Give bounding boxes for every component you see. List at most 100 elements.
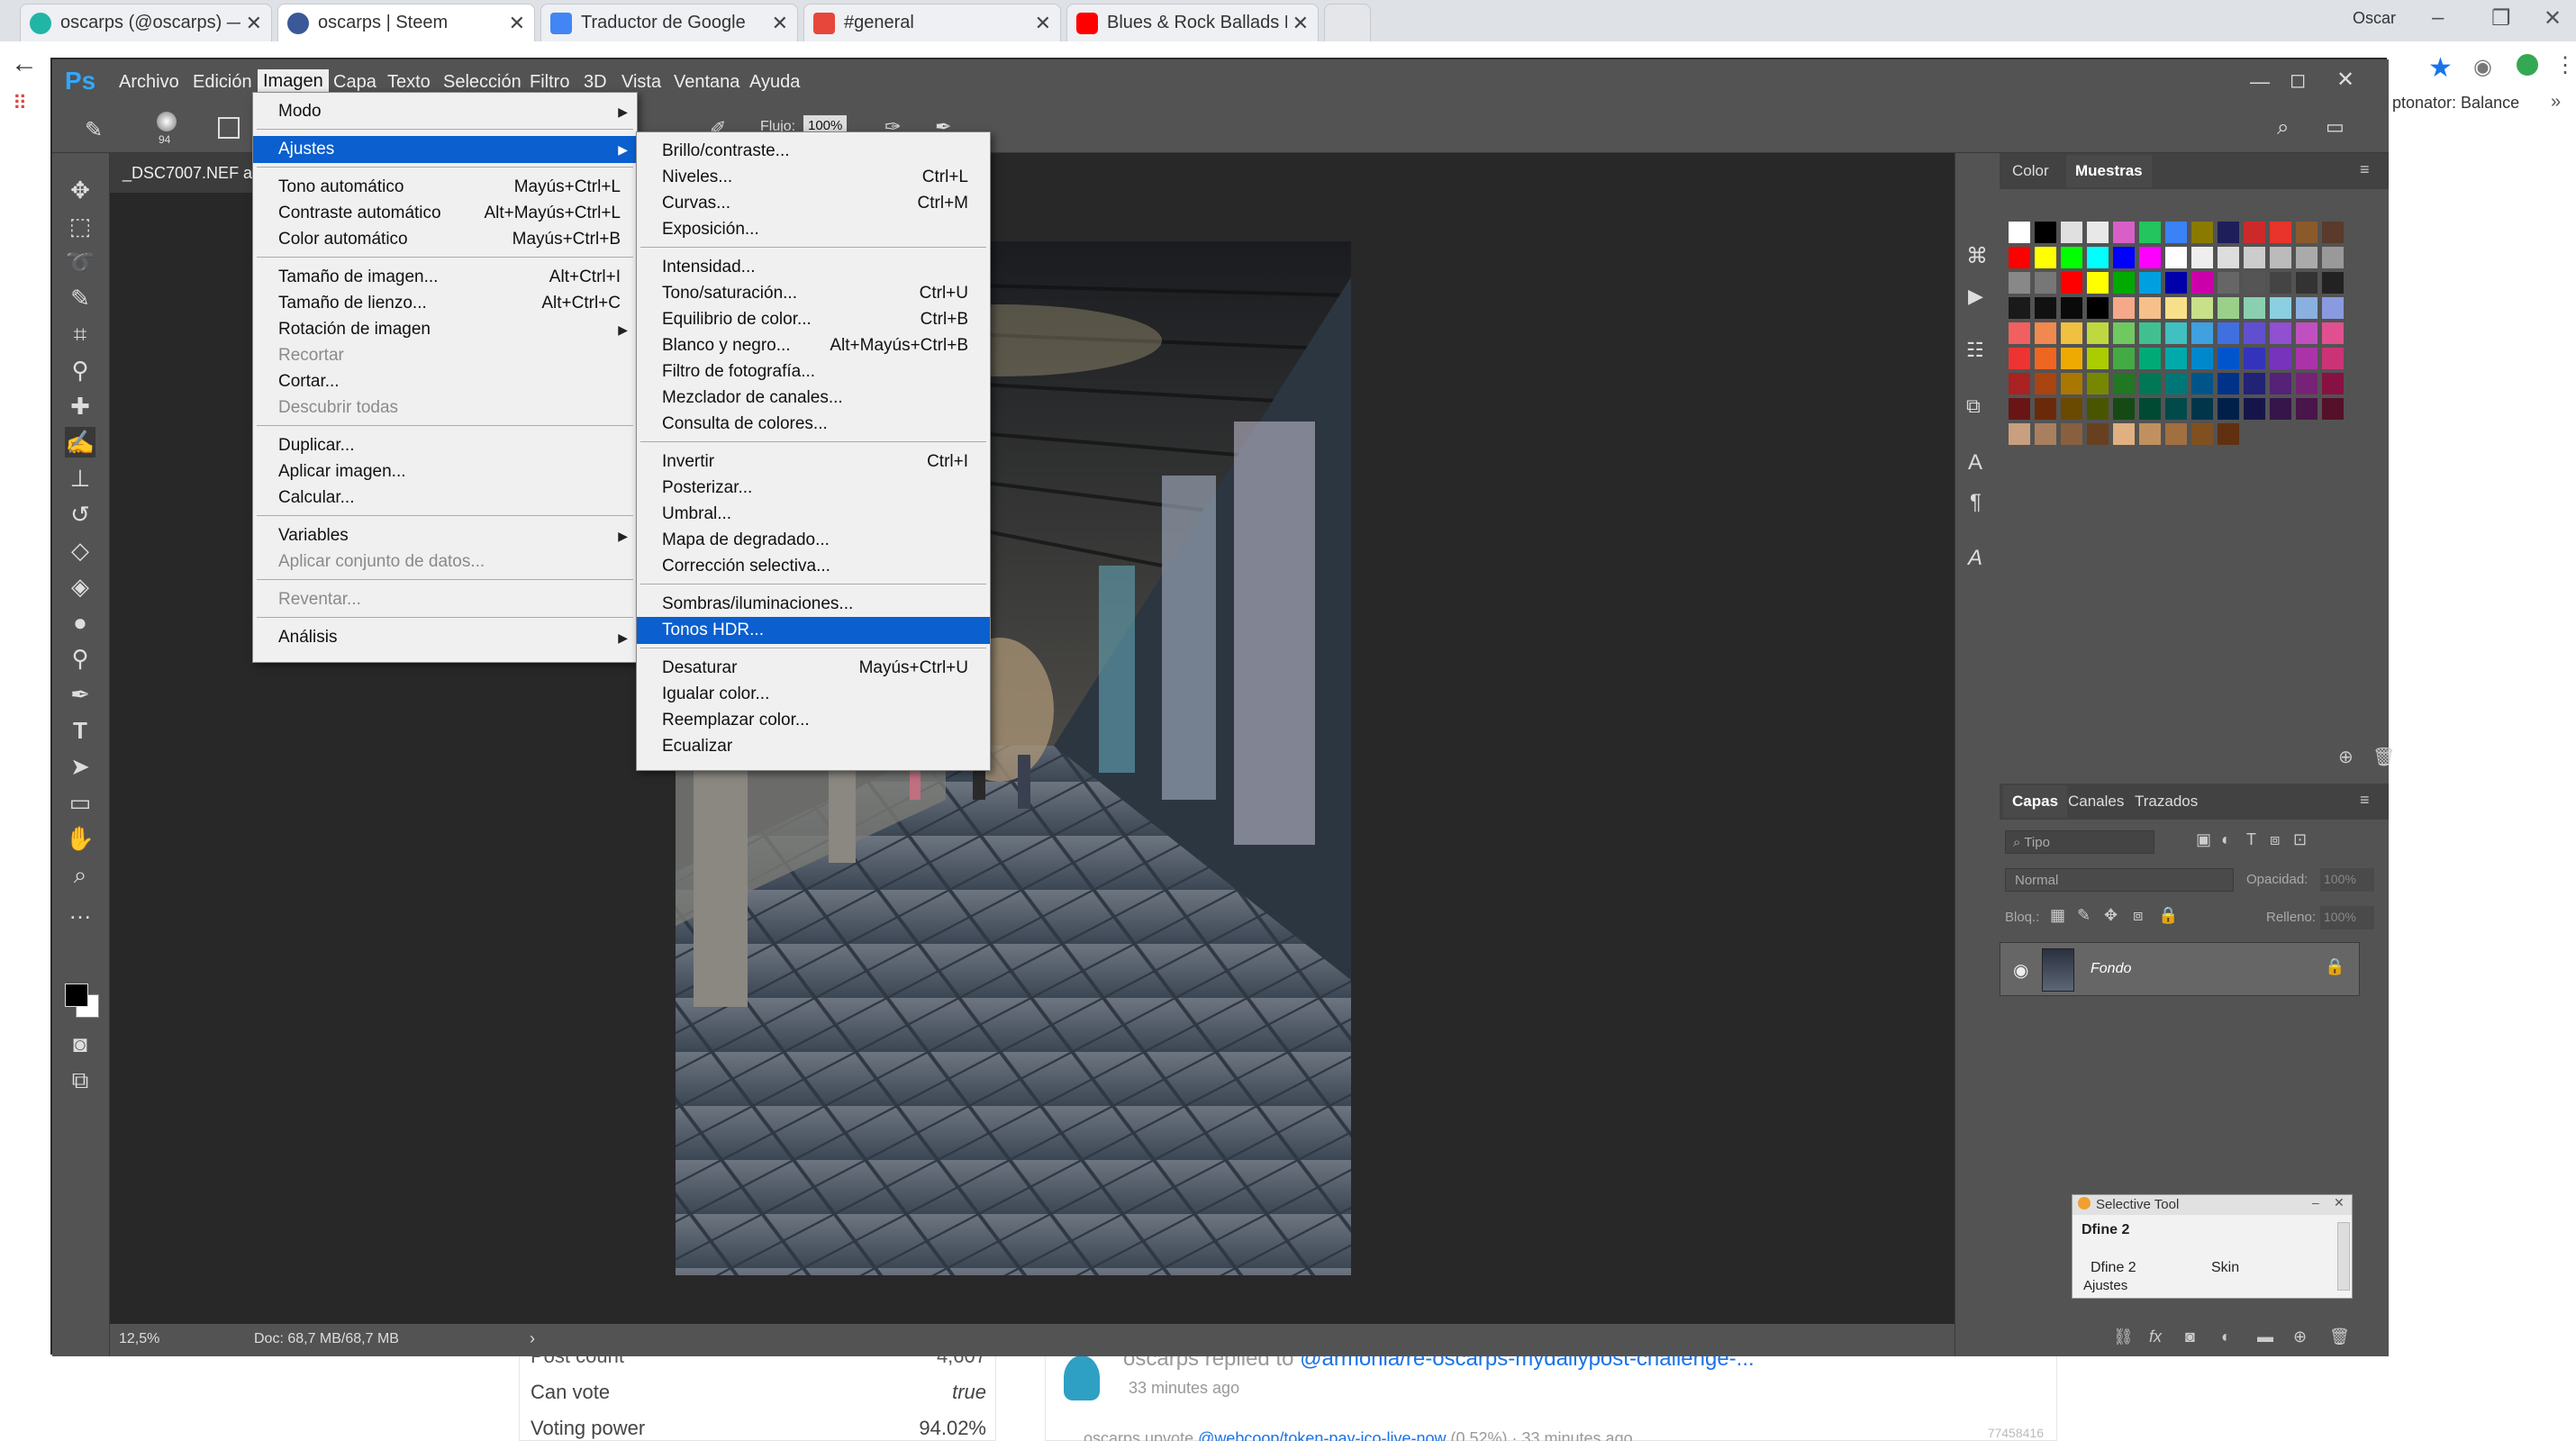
ps-close-icon[interactable]: ✕ [2336, 67, 2354, 93]
link-layers-icon[interactable]: ⛓ [2113, 1328, 2134, 1346]
menu-item-reventar[interactable]: Reventar... [253, 586, 637, 613]
layers-menu-icon[interactable]: ≡ [2360, 791, 2370, 810]
color-swatch[interactable] [2113, 348, 2135, 369]
menu-item-contraste-automatico[interactable]: Contraste automático Alt+Mayús+Ctrl+L [253, 200, 637, 227]
color-swatch[interactable] [2139, 348, 2161, 369]
pen-tool-icon[interactable]: ✒ [65, 679, 95, 710]
menu-item-ecualizar[interactable]: Ecualizar [637, 733, 990, 760]
color-swatch[interactable] [2218, 423, 2239, 445]
menu-item-modo[interactable]: Modo ▶ [253, 98, 637, 125]
menu-item-ajustes[interactable]: Ajustes ▶ [253, 136, 637, 163]
color-swatch[interactable] [2139, 373, 2161, 394]
menu-item-correccion-selectiva[interactable]: Corrección selectiva... [637, 553, 990, 580]
close-window-icon[interactable]: ✕ [2544, 5, 2562, 32]
activity2-link[interactable]: @webcoop/token-pay-ico-live-now [1198, 1429, 1446, 1441]
menu-item-tono-automatico[interactable]: Tono automático Mayús+Ctrl+L [253, 174, 637, 201]
color-swatch[interactable] [2270, 373, 2291, 394]
tab-canales[interactable]: Canales [2059, 785, 2133, 818]
color-swatch[interactable] [2087, 348, 2109, 369]
menu-item-recortar[interactable]: Recortar [253, 342, 637, 369]
color-swatch[interactable] [2165, 297, 2187, 319]
menu-3d[interactable]: 3D [584, 72, 607, 93]
color-swatch[interactable] [2113, 423, 2135, 445]
more-tools-icon[interactable]: … [65, 895, 95, 926]
workspace-icon[interactable]: ▭ [2326, 115, 2345, 139]
layer-name[interactable]: Fondo [2091, 961, 2131, 977]
color-swatch[interactable] [2218, 322, 2239, 344]
color-swatch[interactable] [2113, 297, 2135, 319]
color-swatch[interactable] [2296, 398, 2317, 420]
color-swatch[interactable] [2165, 272, 2187, 294]
menu-dots-icon[interactable]: ⋮ [2554, 52, 2576, 78]
ps-search-icon[interactable]: ⌕ [2277, 115, 2289, 140]
menu-item-intensidad[interactable]: Intensidad... [637, 254, 990, 281]
clone-stamp-icon[interactable]: ⊥ [65, 463, 95, 494]
eraser-icon[interactable]: ◇ [65, 535, 95, 566]
color-swatch[interactable] [2270, 272, 2291, 294]
menu-item-analisis[interactable]: Análisis ▶ [253, 624, 637, 651]
color-swatch[interactable] [2009, 322, 2030, 344]
menu-item-mapa-de-degradado[interactable]: Mapa de degradado... [637, 527, 990, 554]
move-tool-icon[interactable]: ✥ [65, 175, 95, 205]
color-swatch[interactable] [2191, 373, 2213, 394]
menu-ayuda[interactable]: Ayuda [749, 72, 800, 93]
browser-tab-1[interactable]: oscarps (@oscarps) — St ✕ [20, 4, 272, 41]
ps-maximize-icon[interactable]: ◻ [2290, 68, 2306, 92]
bookmark-star-icon[interactable]: ★ [2428, 52, 2453, 84]
menu-capa[interactable]: Capa [333, 72, 376, 93]
menu-item-equilibrio-de-color[interactable]: Equilibrio de color... Ctrl+B [637, 306, 990, 333]
eyedropper-icon[interactable]: ⚲ [65, 355, 95, 385]
color-swatch[interactable] [2191, 423, 2213, 445]
menu-vista[interactable]: Vista [621, 72, 661, 93]
color-swatch[interactable] [2244, 322, 2265, 344]
color-swatch[interactable] [2035, 373, 2056, 394]
apps-grid-icon[interactable]: ⠿ [13, 92, 27, 115]
color-swatch[interactable] [2270, 222, 2291, 243]
color-swatch[interactable] [2087, 247, 2109, 268]
menu-item-posterizar[interactable]: Posterizar... [637, 475, 990, 502]
color-swatch[interactable] [2061, 272, 2082, 294]
menu-archivo[interactable]: Archivo [119, 72, 179, 93]
fx-icon[interactable]: fx [2149, 1328, 2162, 1346]
color-swatch[interactable] [2139, 272, 2161, 294]
color-swatch[interactable] [2244, 398, 2265, 420]
color-swatch[interactable] [2191, 272, 2213, 294]
browser-tab-5[interactable]: Blues & Rock Ballads Rel ✕ [1066, 4, 1319, 41]
color-swatch[interactable] [2270, 247, 2291, 268]
lock-all-icon[interactable]: 🔒 [2158, 906, 2178, 925]
menu-edicion[interactable]: Edición [193, 72, 252, 93]
color-swatch[interactable] [2113, 247, 2135, 268]
history-panel-icon[interactable]: ⌘ [1966, 243, 1988, 269]
color-swatch[interactable] [2296, 222, 2317, 243]
brush-tool-icon[interactable]: ✍ [65, 427, 95, 458]
color-swatch[interactable] [2270, 322, 2291, 344]
panel-minimize-icon[interactable]: – [2312, 1195, 2319, 1210]
menu-item-filtro-de-fotografia[interactable]: Filtro de fotografía... [637, 358, 990, 385]
menu-imagen[interactable]: Imagen [258, 69, 329, 94]
color-swatch[interactable] [2191, 297, 2213, 319]
brush-size-icon[interactable] [157, 112, 177, 131]
skin-column[interactable]: Skin [2211, 1260, 2239, 1276]
color-swatch[interactable] [2165, 348, 2187, 369]
tab-color[interactable]: Color [2003, 155, 2058, 187]
more-bookmarks-icon[interactable]: » [2551, 92, 2561, 113]
color-swatch[interactable] [2165, 222, 2187, 243]
color-swatch[interactable] [2191, 348, 2213, 369]
panel-close-icon[interactable]: ✕ [2334, 1195, 2345, 1210]
menu-ventana[interactable]: Ventana [674, 72, 739, 93]
delete-layer-icon[interactable]: 🗑 [2329, 1328, 2350, 1346]
color-swatch[interactable] [2113, 373, 2135, 394]
color-swatch[interactable] [2270, 297, 2291, 319]
menu-filtro[interactable]: Filtro [530, 72, 569, 93]
color-swatch[interactable] [2113, 322, 2135, 344]
blend-mode-select[interactable]: Normal [2005, 868, 2234, 892]
color-swatch[interactable] [2191, 222, 2213, 243]
blur-tool-icon[interactable]: ● [65, 607, 95, 638]
color-swatch[interactable] [2244, 297, 2265, 319]
filter-smart-icon[interactable]: ⊡ [2293, 830, 2307, 849]
path-select-icon[interactable]: ➤ [65, 751, 95, 782]
color-swatch[interactable] [2009, 398, 2030, 420]
browser-tab-3[interactable]: Traductor de Google ✕ [540, 4, 798, 41]
color-swatch[interactable] [2322, 247, 2344, 268]
color-swatch[interactable] [2035, 272, 2056, 294]
